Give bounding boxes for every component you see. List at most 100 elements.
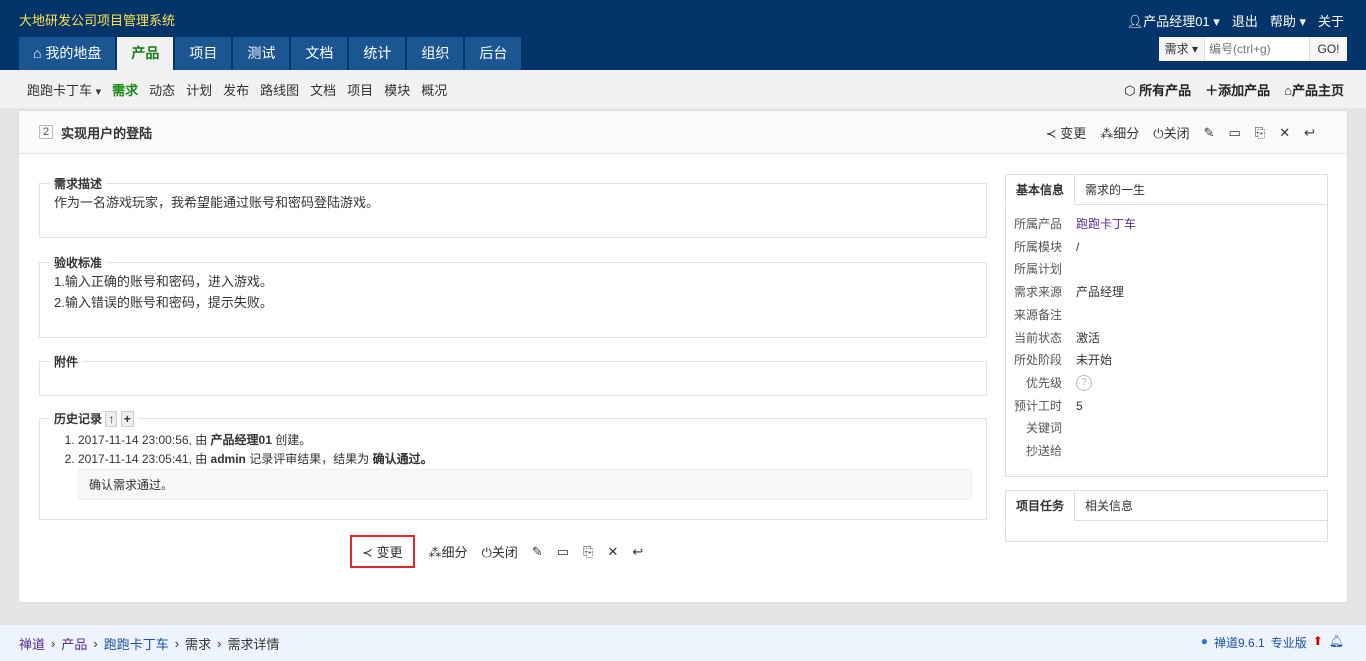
comment-icon[interactable]: ▭	[1228, 125, 1240, 141]
info-row: 需求来源 产品经理	[1006, 281, 1327, 304]
subnav-dynamic[interactable]: 动态	[149, 80, 175, 99]
delete-icon[interactable]: ✕	[607, 544, 618, 560]
info-row: 关键词	[1006, 417, 1327, 440]
story-id: 2	[39, 125, 54, 139]
info-key: 来源备注	[1013, 307, 1062, 322]
info-row: 来源备注	[1006, 304, 1327, 327]
go-button[interactable]: GO!	[1309, 37, 1347, 61]
add-product-link[interactable]: ＋添加产品	[1205, 80, 1270, 99]
split-button[interactable]: ⁂细分	[1100, 123, 1139, 142]
product-home-link[interactable]: ⌂产品主页	[1284, 80, 1344, 99]
toggle-order-icon[interactable]: ↑	[105, 411, 118, 427]
globe-icon: ●	[1200, 634, 1208, 648]
back-icon[interactable]: ↩	[1304, 125, 1315, 141]
story-title: 实现用户的登陆	[61, 125, 153, 141]
verify-section: 验收标准 1.输入正确的账号和密码，进入游戏。 2.输入错误的账号和密码，提示失…	[39, 254, 987, 338]
info-row: 所属产品 跑跑卡丁车	[1006, 213, 1327, 236]
subnav-plan[interactable]: 计划	[186, 80, 212, 99]
tab-doc[interactable]: 文档	[291, 37, 348, 70]
tab-product[interactable]: 产品	[117, 37, 174, 70]
files-section: 附件	[39, 353, 987, 396]
sitemap-icon: ⁂	[1100, 126, 1114, 141]
all-products-link[interactable]: ⬡ 所有产品	[1124, 80, 1191, 99]
tab-related-info[interactable]: 相关信息	[1075, 491, 1143, 520]
expand-all-icon[interactable]: +	[120, 411, 134, 427]
edit-icon[interactable]: ✎	[1204, 125, 1215, 141]
info-key: 关键词	[1025, 421, 1062, 436]
home-icon: ⌂	[1284, 83, 1292, 98]
history-section: 历史记录 ↑ + 2017-11-14 23:00:56, 由 产品经理01 创…	[39, 410, 987, 520]
about-link[interactable]: 关于	[1318, 11, 1344, 30]
close-story-button[interactable]: ⏻关闭	[1153, 123, 1189, 142]
search-type-select[interactable]: 需求 ▾	[1159, 37, 1205, 61]
back-icon[interactable]: ↩	[632, 544, 643, 560]
basic-info-panel: 基本信息 需求的一生 所属产品 跑跑卡丁车 所属模块 / 所属计划 需求来源 产品经理 来源备…	[1005, 174, 1328, 477]
history-label: 历史记录	[54, 412, 103, 426]
files-label: 附件	[54, 355, 79, 369]
crumb-detail: 需求详情	[227, 636, 280, 652]
history-comment: 确认需求通过。	[78, 469, 972, 500]
story-header: 2 实现用户的登陆 ≺ 变更 ⁂细分 ⏻关闭 ✎ ▭ ⎘ ✕ ↩	[19, 111, 1347, 154]
info-row: 优先级?	[1006, 372, 1327, 395]
version-link[interactable]: 禅道9.6.1	[1214, 634, 1265, 651]
desc-label: 需求描述	[54, 177, 103, 191]
related-panel: 项目任务 相关信息	[1005, 490, 1328, 542]
system-name: 大地研发公司项目管理系统	[19, 13, 176, 28]
search-input[interactable]	[1205, 37, 1309, 61]
help-menu[interactable]: 帮助 ▾	[1270, 11, 1306, 30]
info-key: 所属产品	[1013, 217, 1062, 231]
edition-link[interactable]: 专业版	[1271, 634, 1307, 651]
subnav-story[interactable]: 需求	[112, 80, 138, 99]
logout-link[interactable]: 退出	[1232, 11, 1258, 30]
copy-icon[interactable]: ⎘	[583, 544, 593, 560]
info-row: 所属计划	[1006, 258, 1327, 281]
search-box: 需求 ▾ GO!	[1158, 37, 1347, 61]
main-nav: ⌂ 我的地盘 产品 项目 测试 文档 统计 组织 后台	[19, 37, 522, 70]
home-icon: ⌂	[33, 45, 46, 61]
product-switcher[interactable]: 跑跑卡丁车 ▾	[27, 80, 101, 99]
info-value: 未开始	[1076, 353, 1113, 368]
upgrade-icon[interactable]: ⬆	[1313, 634, 1323, 651]
tab-my[interactable]: ⌂ 我的地盘	[19, 37, 116, 70]
info-value: 5	[1076, 398, 1083, 413]
crumb-product[interactable]: 产品	[61, 634, 87, 653]
tab-qa[interactable]: 测试	[233, 37, 290, 70]
desc-text: 作为一名游戏玩家，我希望能通过账号和密码登陆游戏。	[54, 195, 380, 210]
edit-icon[interactable]: ✎	[532, 544, 543, 560]
delete-icon[interactable]: ✕	[1279, 125, 1290, 141]
tab-basic-info[interactable]: 基本信息	[1005, 174, 1076, 205]
subnav-module[interactable]: 模块	[384, 80, 410, 99]
power-icon: ⏻	[1153, 126, 1164, 141]
subnav-project[interactable]: 项目	[347, 80, 373, 99]
tab-story-life[interactable]: 需求的一生	[1075, 175, 1155, 204]
tab-admin[interactable]: 后台	[465, 37, 522, 70]
subnav-doc[interactable]: 文档	[310, 80, 336, 99]
history-item: 2017-11-14 23:00:56, 由 产品经理01 创建。	[78, 431, 972, 450]
verify-label: 验收标准	[54, 256, 103, 270]
history-item: 2017-11-14 23:05:41, 由 admin 记录评审结果，结果为 …	[78, 450, 972, 469]
copy-icon[interactable]: ⎘	[1255, 125, 1265, 141]
share-icon: ≺	[362, 545, 373, 560]
subnav-release[interactable]: 发布	[223, 80, 249, 99]
info-value: 激活	[1076, 330, 1101, 345]
tab-report[interactable]: 统计	[349, 37, 406, 70]
share-icon: ≺	[1045, 126, 1057, 141]
split-button-bottom[interactable]: ⁂细分	[429, 542, 468, 561]
comment-icon[interactable]: ▭	[557, 544, 569, 560]
crumb-home[interactable]: 禅道	[19, 634, 45, 653]
subnav-overview[interactable]: 概况	[421, 80, 447, 99]
user-menu[interactable]: 👤︎产品经理01 ▾	[1127, 11, 1220, 30]
tab-project-tasks[interactable]: 项目任务	[1005, 490, 1076, 521]
crumb-product-name[interactable]: 跑跑卡丁车	[104, 634, 169, 653]
info-key: 所处阶段	[1013, 353, 1062, 368]
info-key: 所属模块	[1013, 239, 1062, 254]
close-button-bottom[interactable]: ⏻关闭	[482, 542, 518, 561]
tab-project[interactable]: 项目	[175, 37, 232, 70]
subnav-roadmap[interactable]: 路线图	[260, 80, 299, 99]
bell-icon[interactable]: 🔔︎	[1329, 634, 1344, 651]
change-button[interactable]: ≺ 变更	[1046, 123, 1087, 142]
info-row: 所处阶段 未开始	[1006, 349, 1327, 372]
change-button-bottom[interactable]: ≺ 变更	[350, 535, 415, 568]
info-value[interactable]: 跑跑卡丁车	[1076, 213, 1136, 236]
tab-company[interactable]: 组织	[407, 37, 464, 70]
